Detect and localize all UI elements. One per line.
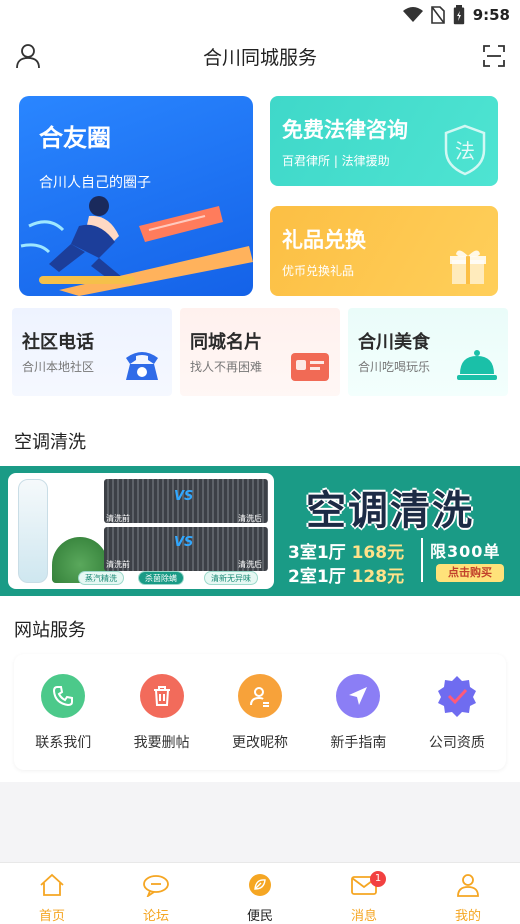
skateboarder-illustration <box>20 196 253 296</box>
no-sim-icon <box>430 6 445 24</box>
buy-button[interactable]: 点击购买 <box>436 564 504 582</box>
banner-title: 空调清洗 <box>306 487 474 534</box>
banner-price-row-1: 3室1厅 168元 <box>288 538 404 563</box>
status-time: 9:58 <box>472 6 510 24</box>
service-company-qualification[interactable]: 公司资质 <box>408 654 506 770</box>
tab-forum[interactable]: 论坛 <box>104 863 208 924</box>
legal-card-title: 免费法律咨询 <box>282 118 408 142</box>
bottom-tab-bar: 首页 论坛 便民 1 消息 我的 <box>0 862 520 924</box>
after-label-bottom: 清洗后 <box>238 560 262 569</box>
legal-card-subtitle: 百君律所 | 法律援助 <box>282 154 390 168</box>
community-phone-card[interactable]: 社区电话 合川本地社区 <box>12 308 172 396</box>
battery-icon <box>453 5 465 25</box>
cloche-icon <box>456 348 498 386</box>
city-card-subtitle: 找人不再困难 <box>190 360 263 374</box>
before-label-top: 清洗前 <box>106 514 130 523</box>
banner-tag: 蒸汽精洗 <box>78 571 124 585</box>
section-title-site: 网站服务 <box>14 620 86 641</box>
community-phone-title: 社区电话 <box>22 332 94 353</box>
phone-icon <box>41 674 86 718</box>
local-food-subtitle: 合川吃喝玩乐 <box>358 360 431 374</box>
gift-icon <box>448 246 488 290</box>
ac-cleaning-banner[interactable]: VS VS 清洗前 清洗后 清洗前 清洗后 蒸汽精洗 杀菌除螨 清新无异味 空调… <box>0 466 520 596</box>
vs-label-bottom: VS <box>174 535 194 550</box>
banner-price-row-2: 2室1厅 128元 <box>288 562 404 587</box>
price-value-2: 128元 <box>351 567 405 587</box>
service-guide[interactable]: 新手指南 <box>309 654 407 770</box>
scan-icon[interactable] <box>482 44 506 68</box>
tab-label: 我的 <box>454 909 481 924</box>
price-room-2: 2室1厅 <box>288 567 346 587</box>
banner-image-panel: VS VS 清洗前 清洗后 清洗前 清洗后 蒸汽精洗 杀菌除螨 清新无异味 <box>8 473 274 589</box>
section-title-ac: 空调清洗 <box>14 432 86 453</box>
price-value-1: 168元 <box>351 543 405 563</box>
banner-limit: 限300单 <box>430 542 501 561</box>
tab-profile[interactable]: 我的 <box>416 863 520 924</box>
user-icon[interactable] <box>14 42 42 70</box>
bottom-spacer <box>0 782 520 862</box>
price-room-1: 3室1厅 <box>288 543 346 563</box>
local-food-card[interactable]: 合川美食 合川吃喝玩乐 <box>348 308 508 396</box>
circle-card-title: 合友圈 <box>39 124 111 152</box>
gift-exchange-card[interactable]: 礼品兑换 优币兑换礼品 <box>270 206 498 296</box>
page-title: 合川同城服务 <box>202 46 317 69</box>
main-content: 合友圈 合川人自己的圈子 免费法律咨询 百君律所 | 法律援助 法 礼品兑换 优… <box>0 82 520 862</box>
user-edit-icon <box>238 674 283 718</box>
tab-messages[interactable]: 1 消息 <box>312 863 416 924</box>
service-label: 联系我们 <box>35 735 92 751</box>
chat-icon <box>142 873 170 901</box>
service-change-nickname[interactable]: 更改昵称 <box>211 654 309 770</box>
tab-label: 消息 <box>350 909 377 924</box>
tab-label: 论坛 <box>142 909 169 924</box>
tab-home[interactable]: 首页 <box>0 863 104 924</box>
shield-icon-text: 法 <box>455 139 475 163</box>
navigation-icon <box>336 674 381 718</box>
service-delete-post[interactable]: 我要删帖 <box>112 654 210 770</box>
service-label: 公司资质 <box>428 735 485 751</box>
local-food-title: 合川美食 <box>358 332 430 353</box>
wifi-icon <box>402 7 423 23</box>
legal-consult-card[interactable]: 免费法律咨询 百君律所 | 法律援助 法 <box>270 96 498 186</box>
vs-label-top: VS <box>174 489 194 504</box>
tab-convenience[interactable]: 便民 <box>208 863 312 924</box>
profile-icon <box>455 873 481 901</box>
city-card-card[interactable]: 同城名片 找人不再困难 <box>180 308 340 396</box>
gift-card-title: 礼品兑换 <box>282 228 366 252</box>
phone-icon <box>122 348 162 386</box>
card-icon <box>290 352 330 386</box>
service-label: 我要删帖 <box>133 735 190 751</box>
before-label-bottom: 清洗前 <box>106 560 130 569</box>
shield-icon: 法 <box>442 124 488 180</box>
city-card-title: 同城名片 <box>190 332 262 353</box>
circle-card[interactable]: 合友圈 合川人自己的圈子 <box>19 96 253 296</box>
trash-icon <box>139 674 184 718</box>
community-phone-subtitle: 合川本地社区 <box>22 360 95 374</box>
banner-divider <box>421 538 423 582</box>
message-badge: 1 <box>370 871 386 887</box>
tab-label: 首页 <box>38 909 65 924</box>
leaf-icon <box>247 873 273 901</box>
banner-tag: 杀菌除螨 <box>138 571 184 585</box>
tab-label: 便民 <box>246 909 273 924</box>
service-label: 新手指南 <box>330 735 387 751</box>
site-services-panel: 联系我们 我要删帖 更改昵称 新手指南 公司资质 <box>14 654 506 770</box>
app-header: 合川同城服务 <box>0 30 520 82</box>
badge-check-icon <box>435 674 479 718</box>
status-bar: 9:58 <box>0 0 520 30</box>
gift-card-subtitle: 优币兑换礼品 <box>282 264 355 278</box>
after-label-top: 清洗后 <box>238 514 262 523</box>
ac-unit-illustration <box>18 479 48 583</box>
banner-tag: 清新无异味 <box>204 571 258 585</box>
service-label: 更改昵称 <box>232 735 289 751</box>
home-icon <box>39 873 65 901</box>
service-contact-us[interactable]: 联系我们 <box>14 654 112 770</box>
